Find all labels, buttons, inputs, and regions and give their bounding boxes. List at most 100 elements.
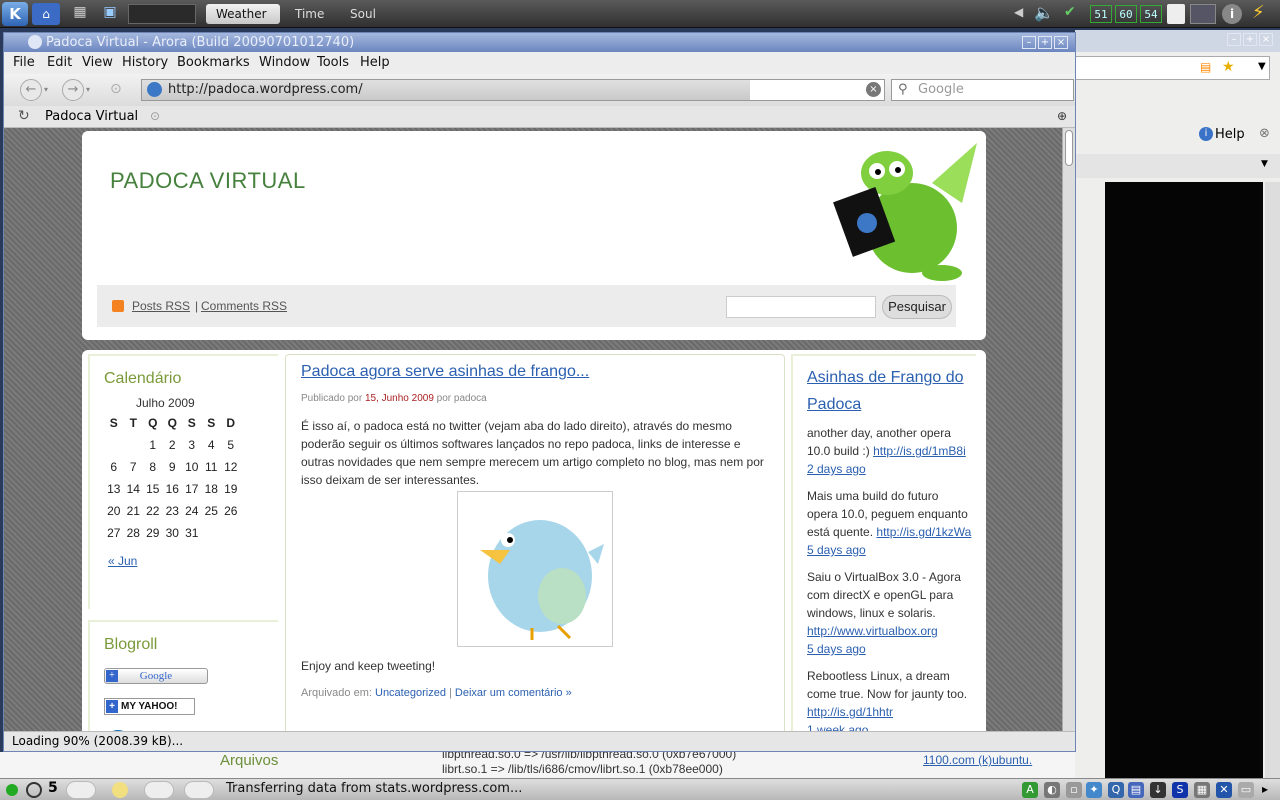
pager[interactable] [128, 4, 196, 24]
weather-sun-icon[interactable] [112, 782, 128, 798]
bg-close-icon[interactable]: ⊗ [1259, 126, 1270, 141]
back-button[interactable]: ← [20, 79, 42, 101]
bg-maximize-button[interactable]: + [1243, 33, 1257, 46]
tweet-link[interactable]: http://is.gd/1kzWa [876, 525, 971, 539]
devices-icon[interactable]: ▦ [66, 4, 94, 24]
prev-month-link[interactable]: « Jun [108, 552, 137, 570]
back-menu-icon[interactable]: ▾ [44, 85, 48, 94]
tab-weather[interactable]: Weather [206, 4, 280, 24]
weather-cloud-icon-3[interactable] [184, 781, 214, 799]
dropdown-icon[interactable]: ▼ [1258, 61, 1266, 72]
help-label[interactable]: Help [1215, 127, 1245, 142]
notes-icon[interactable] [1167, 4, 1185, 24]
tray-icon-8[interactable]: ▭ [1238, 782, 1254, 798]
bg-minimize-button[interactable]: – [1227, 33, 1241, 46]
info-icon[interactable]: i [1222, 4, 1242, 24]
bg-addressbar[interactable]: ▤ ★ ▼ [1075, 56, 1270, 80]
tweet-link[interactable]: http://is.gd/1hhtr [807, 705, 893, 719]
post-title[interactable]: Padoca agora serve asinhas de frango... [301, 363, 589, 381]
clock-icon[interactable] [26, 782, 42, 798]
day: 29 [146, 526, 160, 540]
add-to-google-badge[interactable]: + Google [104, 668, 208, 684]
meta-date[interactable]: 15, Junho 2009 [365, 393, 434, 404]
comment-link[interactable]: Deixar um comentário » [455, 687, 572, 699]
twitter-title[interactable]: Asinhas de Frango do Padoca [807, 364, 972, 418]
home-icon[interactable]: ⌂ [32, 3, 60, 25]
meta-prefix: Publicado por [301, 393, 363, 404]
network-icon[interactable]: ▣ [98, 4, 122, 24]
menu-file[interactable]: File [13, 55, 35, 70]
tray-icon-2[interactable]: ▫ [1066, 782, 1082, 798]
tray-icon-7[interactable]: ✕ [1216, 782, 1232, 798]
calendar-widget: Calendário Julho 2009 S T Q Q S S D 1234… [88, 354, 278, 609]
kde-menu-icon[interactable]: K [2, 2, 28, 26]
arrow-left-icon[interactable]: ◀ [1014, 5, 1023, 19]
download-icon[interactable]: ↓ [1150, 782, 1166, 798]
forward-menu-icon[interactable]: ▾ [86, 85, 90, 94]
adblock-icon[interactable]: A [1022, 782, 1038, 798]
category-link[interactable]: Uncategorized [375, 687, 446, 699]
tweet-link[interactable]: http://is.gd/1mB8i [873, 444, 966, 458]
vertical-scrollbar[interactable] [1062, 128, 1075, 731]
bg-titlebar: – + × [1075, 30, 1280, 52]
url-input[interactable]: http://padoca.wordpress.com/ × [141, 79, 885, 101]
add-to-my-yahoo-badge[interactable]: + MY YAHOO! [104, 698, 195, 715]
menu-bookmarks[interactable]: Bookmarks [177, 55, 250, 70]
bg-close-button[interactable]: × [1259, 33, 1273, 46]
blog-search-input[interactable] [726, 296, 876, 318]
tray-icon-5[interactable]: ▤ [1128, 782, 1144, 798]
clear-url-icon[interactable]: × [866, 82, 881, 97]
tab-title[interactable]: Padoca Virtual [45, 109, 138, 124]
behind-link[interactable]: 1100.com (k)ubuntu. [923, 753, 1032, 767]
tray-icon-3[interactable]: ✦ [1086, 782, 1102, 798]
taskbar-task-label[interactable]: Transferring data from stats.wordpress.c… [226, 781, 522, 796]
reload-tab-icon[interactable]: ↻ [18, 108, 30, 124]
minimize-button[interactable]: – [1022, 36, 1036, 49]
weather-cloud-icon-2[interactable] [144, 781, 174, 799]
weather-cloud-icon-1[interactable] [66, 781, 96, 799]
menu-help[interactable]: Help [360, 55, 390, 70]
close-button[interactable]: × [1054, 36, 1068, 49]
bg-scrollbar[interactable] [1265, 182, 1280, 778]
tweet: Mais uma build do futuro opera 10.0, peg… [807, 487, 972, 559]
new-tab-icon[interactable]: ⊕ [1057, 109, 1067, 123]
tweet-link[interactable]: http://www.virtualbox.org [807, 622, 972, 640]
comments-rss-link[interactable]: Comments RSS [201, 297, 287, 315]
taskbar-arrow-icon[interactable]: ▸ [1262, 782, 1268, 796]
menu-edit[interactable]: Edit [47, 55, 72, 70]
search-input[interactable]: ⚲ Google [891, 79, 1074, 101]
rss-icon[interactable]: ▤ [1200, 60, 1211, 74]
star-icon[interactable]: ★ [1222, 59, 1235, 75]
scrollbar-thumb[interactable] [1065, 130, 1073, 166]
tray-icon-1[interactable]: ◐ [1044, 782, 1060, 798]
volume-icon[interactable]: 🔈 [1034, 3, 1054, 22]
monitor-icon[interactable] [1190, 4, 1216, 24]
menu-history[interactable]: History [122, 55, 168, 70]
tab-time[interactable]: Time [285, 4, 334, 24]
day: 14 [126, 482, 140, 496]
power-icon[interactable]: ⚡ [1252, 2, 1265, 23]
site-title[interactable]: PADOCA VIRTUAL [110, 168, 306, 194]
tray-icon-4[interactable]: Q [1108, 782, 1124, 798]
forward-button[interactable]: → [62, 79, 84, 101]
tray-icon-6[interactable]: ▦ [1194, 782, 1210, 798]
skype-icon[interactable]: S [1172, 782, 1188, 798]
update-icon[interactable]: ✔ [1064, 4, 1086, 24]
posts-rss-link[interactable]: Posts RSS [132, 297, 190, 315]
tweet-time[interactable]: 2 days ago [807, 462, 866, 476]
tweet-time[interactable]: 5 days ago [807, 543, 866, 557]
calendar-header-row: S T Q Q S S D [104, 412, 241, 434]
stop-icon[interactable]: ⊙ [110, 81, 122, 97]
tab-soul[interactable]: Soul [340, 4, 386, 24]
search-button[interactable]: Pesquisar [882, 295, 952, 319]
window-titlebar[interactable]: Padoca Virtual - Arora (Build 2009070101… [4, 33, 1075, 52]
maximize-button[interactable]: + [1038, 36, 1052, 49]
tab-close-icon[interactable]: ⊙ [150, 109, 160, 123]
bg-dropdown-icon[interactable]: ▼ [1261, 159, 1268, 169]
menu-window[interactable]: Window [259, 55, 310, 70]
tweet-time[interactable]: 5 days ago [807, 640, 972, 658]
day: 22 [146, 504, 160, 518]
menu-view[interactable]: View [82, 55, 113, 70]
menu-tools[interactable]: Tools [317, 55, 349, 70]
tweet-time[interactable]: 1 week ago [807, 721, 972, 731]
